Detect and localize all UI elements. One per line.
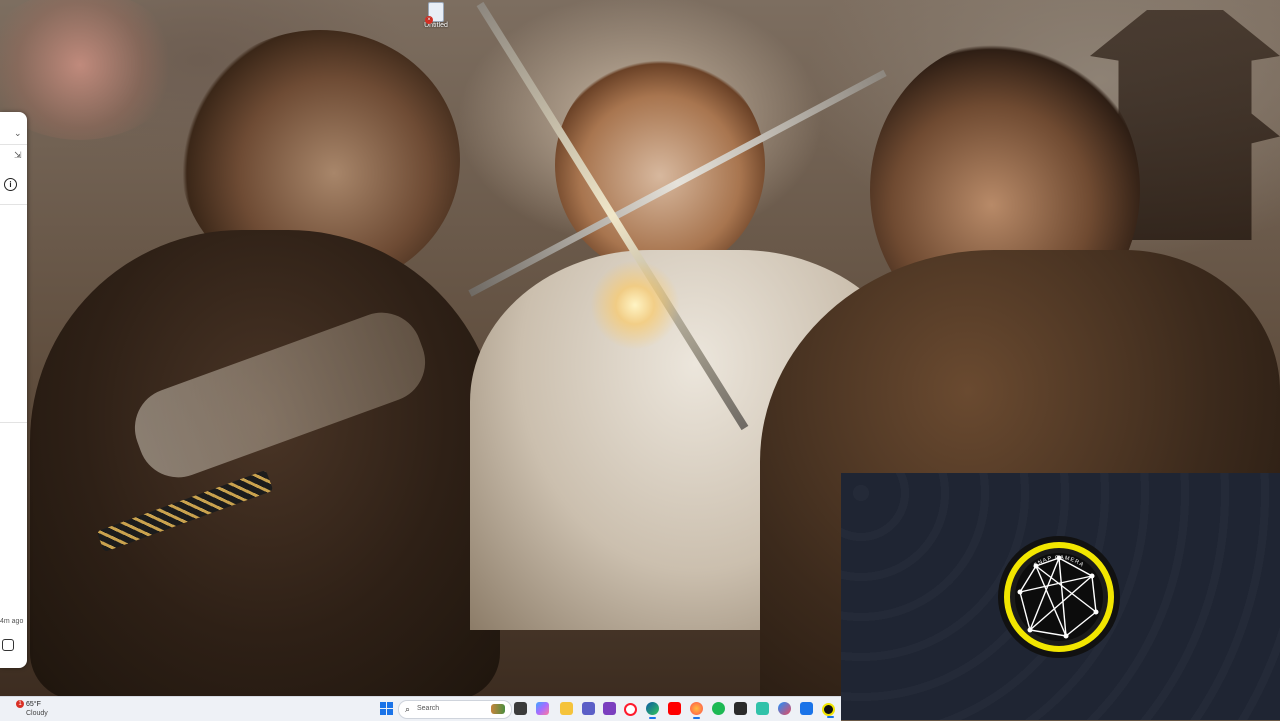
terminal-icon[interactable] [734, 702, 747, 715]
desktop-shortcut-untitled[interactable]: × Untitled [420, 2, 452, 29]
desktop-shortcut-label: Untitled [424, 22, 448, 29]
opera-icon[interactable] [624, 703, 637, 716]
spotify-icon[interactable] [712, 702, 725, 715]
snap-camera-logo-icon: SNAP CAMERA [998, 536, 1120, 658]
chevron-down-icon[interactable]: ⌄ [14, 128, 22, 139]
pin-icon[interactable]: ⇲ [14, 150, 22, 161]
file-explorer-icon[interactable] [560, 702, 573, 715]
sticky-note-icon[interactable] [2, 639, 14, 651]
notepad-icon[interactable] [756, 702, 769, 715]
task-view-icon[interactable] [514, 702, 527, 715]
mail-icon[interactable] [800, 702, 813, 715]
taskbar-search-box[interactable]: ⌕ Search [398, 700, 512, 719]
teams-icon[interactable] [582, 702, 595, 715]
teams-chat-icon[interactable] [603, 702, 616, 715]
notification-timestamp: 4m ago [0, 618, 24, 625]
store-icon[interactable] [778, 702, 791, 715]
search-placeholder: Search [417, 705, 440, 712]
taskbar: 1 65°F Cloudy ⌕ Search [0, 696, 841, 721]
weather-temperature: 65°F [26, 701, 41, 708]
info-icon[interactable]: i [4, 178, 17, 191]
weather-alert-badge: 1 [16, 700, 24, 708]
weather-condition: Cloudy [26, 710, 48, 717]
copilot-icon[interactable] [536, 702, 549, 715]
notification-side-panel: ⌄ ⇲ i 4m ago [0, 112, 27, 668]
edge-icon[interactable] [646, 702, 659, 719]
sword-clash-glow [590, 260, 680, 350]
start-button[interactable] [380, 702, 393, 715]
cherry-blossoms [0, 0, 180, 140]
left-warrior-body [30, 230, 500, 700]
search-highlight-icon [491, 704, 505, 714]
youtube-icon[interactable] [668, 702, 681, 715]
document-error-icon: × [425, 2, 444, 24]
firefox-icon[interactable] [690, 702, 703, 719]
middle-figure-head [555, 55, 765, 275]
snap-camera-icon[interactable] [822, 703, 835, 718]
search-icon: ⌕ [405, 704, 411, 714]
